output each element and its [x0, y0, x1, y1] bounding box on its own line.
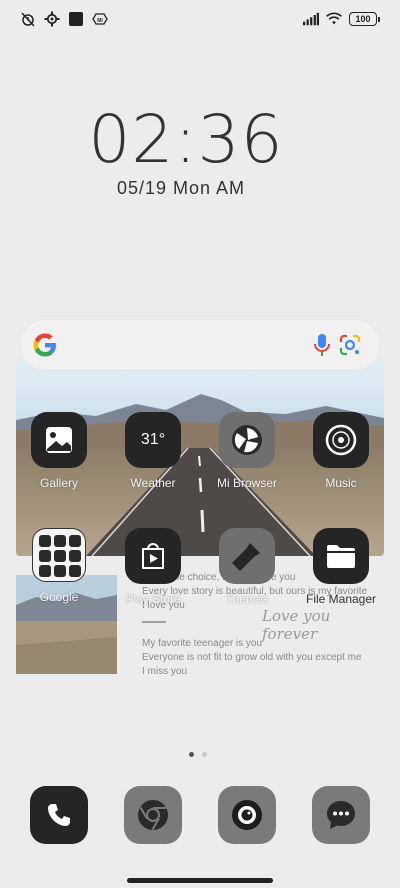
page-dot: [189, 752, 194, 757]
gallery-icon[interactable]: [31, 412, 87, 468]
battery-level: 100: [349, 12, 377, 26]
app-label: File Manager: [305, 592, 377, 606]
divider: [142, 621, 166, 623]
microphone-icon[interactable]: [310, 332, 334, 358]
app-label: Mi Browser: [216, 476, 277, 490]
square-icon: [68, 11, 84, 27]
battery-indicator: 100: [349, 12, 380, 26]
app-label: Google: [39, 590, 79, 604]
app-label: Weather: [130, 476, 176, 490]
google-folder-icon[interactable]: [32, 528, 86, 582]
mi-icon: MI: [92, 11, 108, 27]
alarm-off-icon: [20, 11, 36, 27]
phone-icon[interactable]: [30, 786, 88, 844]
app-label: Music: [325, 476, 357, 490]
home-indicator[interactable]: [127, 878, 273, 883]
quote-line: I miss you: [142, 666, 188, 677]
app-gallery[interactable]: Gallery: [14, 412, 104, 490]
app-mi-browser[interactable]: Mi Browser: [202, 412, 292, 490]
google-search-bar[interactable]: [20, 320, 380, 370]
chrome-icon[interactable]: [124, 786, 182, 844]
status-bar: MI 100: [0, 0, 400, 40]
weather-icon[interactable]: 31°: [125, 412, 181, 468]
google-logo-icon[interactable]: [32, 332, 58, 358]
app-file-manager[interactable]: File Manager: [296, 528, 386, 606]
page-dot: [202, 752, 207, 757]
folder-icon[interactable]: [313, 528, 369, 584]
messages-icon[interactable]: [312, 786, 370, 844]
app-label: Gallery: [39, 476, 78, 490]
clock-time[interactable]: 02:36: [0, 105, 372, 175]
camera-icon[interactable]: [218, 786, 276, 844]
app-weather[interactable]: 31° Weather: [108, 412, 198, 490]
clock-date[interactable]: 05/19 Mon AM: [0, 178, 362, 199]
music-icon[interactable]: [313, 412, 369, 468]
page-indicator: [189, 752, 207, 757]
signal-icon: [303, 11, 319, 27]
weather-temp: 31°: [140, 431, 166, 448]
app-label: Play Store: [125, 592, 181, 606]
app-music[interactable]: Music: [296, 412, 386, 490]
themes-brush-icon[interactable]: [219, 528, 275, 584]
app-play-store[interactable]: Play Store: [108, 528, 198, 606]
wifi-icon: [326, 11, 342, 27]
quote-script: Love you forever: [262, 607, 331, 643]
app-themes[interactable]: Themes: [202, 528, 292, 606]
quote-line: Everyone is not fit to grow old with you…: [142, 652, 362, 663]
quote-line: My favorite teenager is you: [142, 638, 263, 649]
browser-icon[interactable]: [219, 412, 275, 468]
settings-gear-icon: [44, 11, 60, 27]
app-label: Themes: [225, 592, 269, 606]
app-google-folder[interactable]: Google: [14, 528, 104, 604]
lens-icon[interactable]: [338, 333, 362, 357]
svg-text:MI: MI: [97, 18, 103, 24]
play-store-icon[interactable]: [125, 528, 181, 584]
